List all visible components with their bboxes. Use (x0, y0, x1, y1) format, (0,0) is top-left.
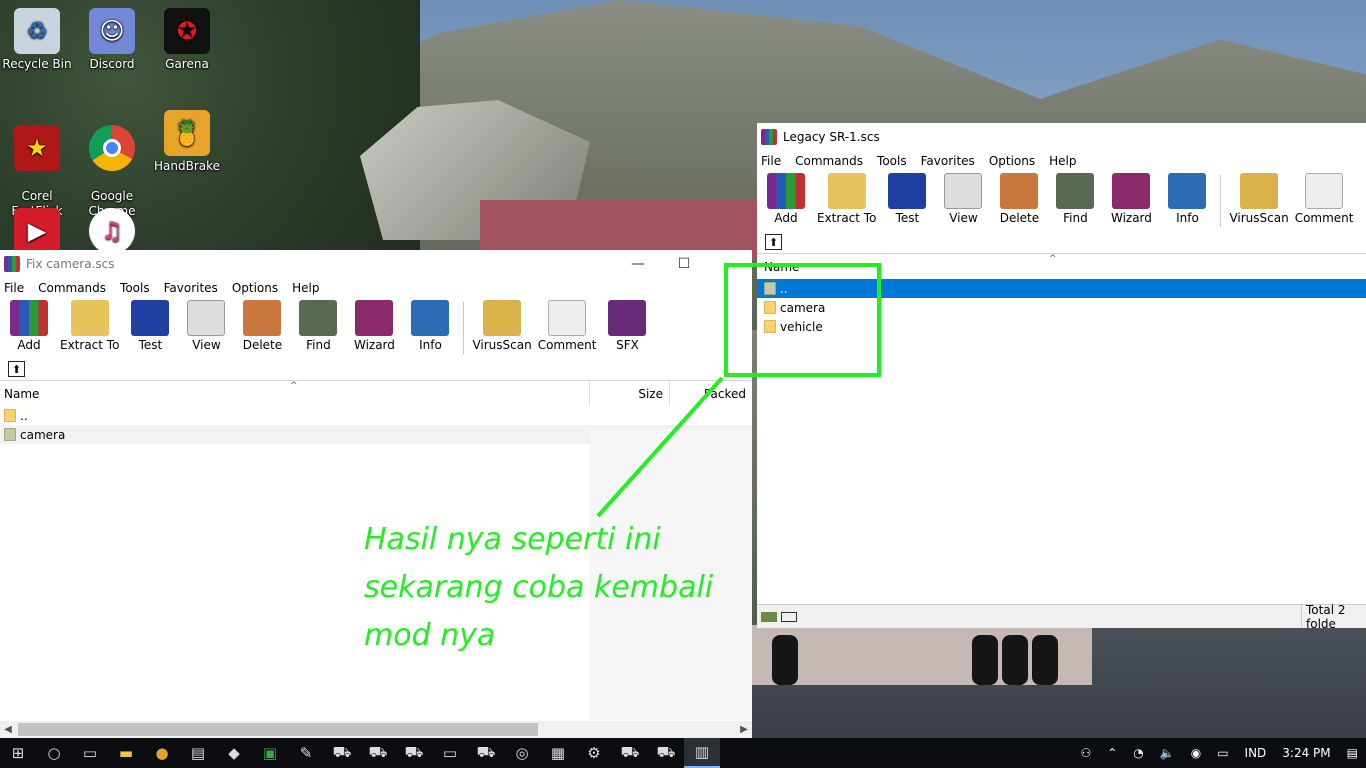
network-icon[interactable]: ◉ (1191, 746, 1201, 760)
document-icon[interactable]: ▦ (540, 738, 576, 768)
file-explorer-icon[interactable]: ▬ (108, 738, 144, 768)
truck-game-icon-6[interactable]: ⛟ (648, 738, 684, 768)
chevron-up-icon[interactable]: ⌃ (1107, 746, 1117, 760)
editor-icon[interactable]: ✎ (288, 738, 324, 768)
notification-icon[interactable]: ▤ (1347, 746, 1358, 760)
notepad-icon[interactable]: ▤ (180, 738, 216, 768)
taskbar: ⊞ ○ ▭ ▬ ● ▤ ◆ ▣ ✎ ⛟ ⛟ ⛟ ▭ ⛟ ◎ ▦ ⚙ ⛟ ⛟ ▥ … (0, 738, 1366, 768)
battery-icon[interactable]: ▭ (1217, 746, 1228, 760)
spreadsheet-icon[interactable]: ▣ (252, 738, 288, 768)
steam-icon[interactable]: ⚙ (576, 738, 612, 768)
app-icon[interactable]: ◆ (216, 738, 252, 768)
truck-game-icon-4[interactable]: ⛟ (468, 738, 504, 768)
language-indicator[interactable]: IND (1245, 746, 1267, 760)
storage-icon[interactable]: ▭ (432, 738, 468, 768)
truck-game-icon-2[interactable]: ⛟ (360, 738, 396, 768)
system-tray: ⚇ ⌃ ◔ 🔈 ◉ ▭ IND 3:24 PM ▤ (1072, 738, 1366, 768)
obs-icon[interactable]: ◎ (504, 738, 540, 768)
windows-start-icon[interactable]: ⊞ (0, 738, 36, 768)
chrome-taskbar-icon[interactable]: ● (144, 738, 180, 768)
volume-icon[interactable]: 🔈 (1160, 746, 1175, 760)
search-icon[interactable]: ○ (36, 738, 72, 768)
people-icon[interactable]: ⚇ (1080, 746, 1091, 760)
annotation-text: Hasil nya seperti ini sekarang coba kemb… (364, 516, 744, 660)
task-view-icon[interactable]: ▭ (72, 738, 108, 768)
truck-game-icon-3[interactable]: ⛟ (396, 738, 432, 768)
annotation-line-3: mod nya (364, 618, 496, 653)
clock[interactable]: 3:24 PM (1282, 746, 1330, 760)
winrar-taskbar-icon[interactable]: ▥ (684, 738, 720, 768)
annotation-line-1: Hasil nya seperti ini (364, 522, 661, 557)
annotation-line-2: sekarang coba kembali (364, 570, 714, 605)
wifi-icon[interactable]: ◔ (1133, 746, 1143, 760)
truck-game-icon[interactable]: ⛟ (324, 738, 360, 768)
truck-game-icon-5[interactable]: ⛟ (612, 738, 648, 768)
